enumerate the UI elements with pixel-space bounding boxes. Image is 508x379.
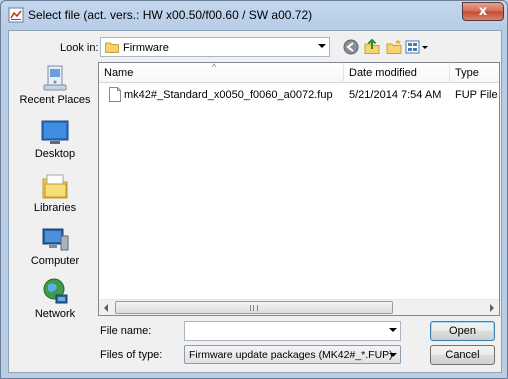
place-recent-places[interactable]: Recent Places [13,63,97,115]
scroll-right-icon[interactable] [490,304,494,312]
file-row[interactable]: mk42#_Standard_x0050_f0060_a0072.fup 5/2… [99,86,499,104]
open-button[interactable]: Open [430,321,495,341]
window-title: Select file (act. vers.: HW x00.50/f00.6… [28,8,313,22]
column-header-label: Name [104,67,134,79]
place-label: Recent Places [19,94,91,106]
recent-places-icon [43,65,67,91]
file-icon [109,87,121,102]
look-in-label: Look in: [60,42,99,54]
column-header-type[interactable]: Type [450,63,499,83]
look-in-value: Firmware [123,42,169,54]
file-name-input[interactable] [184,321,401,341]
column-header-label: Type [455,67,479,79]
look-in-dropdown[interactable]: Firmware [100,37,330,57]
places-bar: Recent Places Desktop Libraries Computer… [13,63,97,333]
libraries-icon [42,174,68,199]
file-dialog-window: Select file (act. vers.: HW x00.50/f00.6… [0,0,508,379]
place-libraries[interactable]: Libraries [13,171,97,223]
column-header-name[interactable]: Name ^ [99,62,344,83]
chevron-down-icon[interactable] [389,353,397,357]
dialog-body: Look in: Firmware Recent Places Desktop … [8,30,502,373]
grip-icon [250,305,258,311]
column-header-label: Date modified [349,67,417,79]
view-menu-icon[interactable] [405,38,429,56]
place-label: Network [34,308,76,320]
file-type: FUP File [455,89,498,101]
app-icon [8,7,24,23]
file-name-label: File name: [100,325,152,337]
close-button[interactable]: x [462,2,504,21]
sort-ascending-icon: ^ [212,62,217,72]
title-bar[interactable]: Select file (act. vers.: HW x00.50/f00.6… [1,1,507,29]
place-network[interactable]: Network [13,277,97,329]
file-name: mk42#_Standard_x0050_f0060_a0072.fup [124,89,333,101]
scrollbar-thumb[interactable] [115,301,393,314]
file-type-value: Firmware update packages (MK42#_*.FUP) [189,349,393,361]
back-icon[interactable] [342,38,360,56]
horizontal-scrollbar[interactable] [99,299,499,315]
column-header-date[interactable]: Date modified [344,63,450,83]
file-list[interactable]: Name ^ Date modified Type mk42#_Standard… [98,62,500,316]
file-type-dropdown[interactable]: Firmware update packages (MK42#_*.FUP) [184,345,401,364]
chevron-down-icon[interactable] [389,328,397,332]
new-folder-icon[interactable] [385,38,403,56]
cancel-button[interactable]: Cancel [430,345,495,365]
folder-icon [105,42,119,53]
file-type-label: Files of type: [100,349,163,361]
place-computer[interactable]: Computer [13,224,97,276]
computer-icon [42,228,69,251]
file-date: 5/21/2014 7:54 AM [349,89,442,101]
place-label: Libraries [33,202,77,214]
column-headers: Name ^ Date modified Type [99,62,499,83]
chevron-down-icon[interactable] [318,44,326,48]
desktop-icon [41,120,69,144]
network-icon [43,278,68,304]
up-folder-icon[interactable] [363,38,381,56]
scroll-left-icon[interactable] [104,304,108,312]
close-icon: x [478,4,488,19]
place-label: Computer [30,255,80,267]
place-desktop[interactable]: Desktop [13,117,97,169]
place-label: Desktop [34,148,76,160]
